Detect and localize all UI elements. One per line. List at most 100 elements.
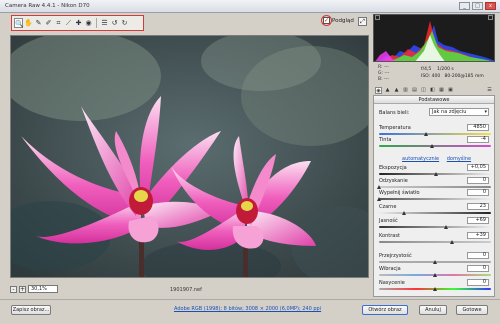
- hand-tool-icon[interactable]: ✋: [24, 18, 33, 28]
- auto-link[interactable]: automatycznie: [402, 156, 439, 162]
- exposure-label: Ekspozycja: [379, 165, 407, 171]
- fill-light-label: Wypełnij światło: [379, 190, 420, 196]
- exposure-value-field[interactable]: +0,05: [467, 164, 489, 171]
- clarity-value-field[interactable]: 0: [467, 252, 489, 259]
- shadow-clipping-toggle[interactable]: [375, 15, 380, 20]
- white-balance-tool-icon[interactable]: ✎: [34, 18, 43, 28]
- calibration-tab-icon[interactable]: ◧: [429, 87, 436, 94]
- cancel-button[interactable]: Anuluj: [419, 305, 447, 315]
- zoom-level-select[interactable]: 30,1%: [28, 285, 58, 293]
- zoom-tool-icon[interactable]: 🔍: [14, 18, 24, 28]
- straighten-tool-icon[interactable]: ⟋: [64, 18, 73, 28]
- window-controls: _ □ x: [459, 2, 496, 10]
- white-balance-value: Jak na zdjęciu: [432, 109, 467, 115]
- open-image-button[interactable]: Otwórz obraz: [362, 305, 408, 315]
- workflow-options-link[interactable]: Adobe RGB (1998); 8 bitów; 3008 × 2000 (…: [174, 306, 321, 312]
- recovery-slider-track[interactable]: [379, 186, 491, 188]
- contrast-value-field[interactable]: +39: [467, 232, 489, 239]
- fullscreen-icon[interactable]: ⤢: [358, 17, 367, 26]
- contrast-label: Kontrast: [379, 233, 400, 239]
- panel-menu-icon[interactable]: ☰: [486, 87, 493, 94]
- panel-tabs: ◉ ▲ ▲ ▥ ▤ ◫ ◧ ▦ ▣ ☰: [373, 86, 495, 94]
- basic-panel: Podstawowe Balans bieli: Jak na zdjęciu …: [373, 95, 495, 297]
- fill-light-value-field[interactable]: 0: [467, 189, 489, 196]
- white-balance-select[interactable]: Jak na zdjęciu ▾: [429, 108, 489, 116]
- b-value: ---: [384, 77, 389, 82]
- fill-light-slider-track[interactable]: [379, 198, 491, 200]
- minimize-button[interactable]: _: [459, 2, 470, 10]
- hsl-tab-icon[interactable]: ▥: [402, 87, 409, 94]
- shutter-value: 1/200 s: [437, 67, 454, 72]
- tint-slider-track[interactable]: [379, 145, 491, 147]
- tint-slider-thumb[interactable]: [430, 144, 435, 148]
- brightness-value-field[interactable]: +69: [467, 217, 489, 224]
- clarity-slider-thumb[interactable]: [432, 260, 437, 264]
- recovery-value-field[interactable]: 0: [467, 177, 489, 184]
- window-title: Camera Raw 4.4.1 - Nikon D70: [5, 3, 90, 9]
- color-sampler-tool-icon[interactable]: ✐: [44, 18, 53, 28]
- recovery-label: Odzyskanie: [379, 178, 408, 184]
- contrast-slider-track[interactable]: [379, 241, 491, 243]
- brightness-slider-thumb[interactable]: [443, 225, 448, 229]
- blacks-slider-thumb[interactable]: [402, 211, 407, 215]
- maximize-button[interactable]: □: [472, 2, 483, 10]
- title-bar: Camera Raw 4.4.1 - Nikon D70 _ □ x: [0, 0, 500, 13]
- presets-tab-icon[interactable]: ▦: [438, 87, 445, 94]
- saturation-slider-thumb[interactable]: [432, 287, 437, 291]
- b-label: B:: [378, 77, 383, 82]
- vibrance-slider-thumb[interactable]: [432, 273, 437, 277]
- histogram: [373, 14, 495, 62]
- camera-info: R: --- G: --- B: --- f/4,5 1/200 s ISO: …: [373, 64, 495, 84]
- preferences-icon[interactable]: ☰: [100, 18, 109, 28]
- retouch-tool-icon[interactable]: ✚: [74, 18, 83, 28]
- r-label: R:: [378, 65, 383, 70]
- snapshots-tab-icon[interactable]: ▣: [447, 87, 454, 94]
- lens-tab-icon[interactable]: ◫: [420, 87, 427, 94]
- zoom-controls: - + 30,1%: [10, 285, 58, 293]
- close-button[interactable]: x: [485, 2, 496, 10]
- vibrance-value-field[interactable]: 0: [467, 265, 489, 272]
- zoom-in-button[interactable]: +: [19, 285, 26, 293]
- red-eye-tool-icon[interactable]: ◉: [84, 18, 93, 28]
- exposure-readout: f/4,5 1/200 s ISO: 400 80-200@185 mm: [421, 66, 484, 80]
- file-name: 1901907.nef: [170, 287, 202, 293]
- blacks-slider-track[interactable]: [379, 212, 491, 214]
- temperature-label: Temperatura: [379, 125, 411, 131]
- save-image-button[interactable]: Zapisz obraz...: [11, 305, 51, 315]
- crop-tool-icon[interactable]: ⌗: [54, 18, 63, 28]
- temperature-value-field[interactable]: 4850: [467, 124, 489, 131]
- highlight-clipping-toggle[interactable]: [488, 15, 493, 20]
- vibrance-label: Wibracja: [379, 266, 401, 272]
- clarity-label: Przejrzystość: [379, 253, 412, 259]
- tint-label: Tinta: [379, 137, 392, 143]
- temperature-slider-track[interactable]: [379, 133, 491, 135]
- image-preview[interactable]: [10, 35, 369, 278]
- saturation-value-field[interactable]: 0: [467, 279, 489, 286]
- rgb-readout: R: --- G: --- B: ---: [378, 65, 389, 83]
- exposure-slider-thumb[interactable]: [433, 172, 438, 176]
- fill-light-slider-thumb[interactable]: [376, 197, 381, 201]
- detail-tab-icon[interactable]: ▲: [393, 87, 400, 94]
- rotate-left-icon[interactable]: ↺: [110, 18, 119, 28]
- white-balance-label: Balans bieli:: [379, 110, 410, 116]
- preview-toggle[interactable]: ✓ Podgląd: [321, 15, 354, 26]
- contrast-slider-thumb[interactable]: [450, 240, 455, 244]
- basic-tab-icon[interactable]: ◉: [375, 86, 382, 94]
- preview-label: Podgląd: [332, 17, 354, 24]
- brightness-slider-track[interactable]: [379, 226, 491, 228]
- done-button[interactable]: Gotowe: [456, 305, 488, 315]
- blacks-value-field[interactable]: 23: [467, 203, 489, 210]
- auto-default-links: automatycznie domyślne: [396, 156, 471, 162]
- r-value: ---: [383, 65, 389, 70]
- rotate-right-icon[interactable]: ↻: [120, 18, 129, 28]
- split-toning-tab-icon[interactable]: ▤: [411, 87, 418, 94]
- default-link[interactable]: domyślne: [447, 156, 471, 162]
- temperature-slider-thumb[interactable]: [423, 132, 428, 136]
- zoom-out-button[interactable]: -: [10, 285, 17, 293]
- g-label: G:: [378, 71, 384, 76]
- recovery-slider-thumb[interactable]: [376, 185, 381, 189]
- blacks-label: Czarne: [379, 204, 397, 210]
- tint-value-field[interactable]: -4: [467, 136, 489, 143]
- tone-curve-tab-icon[interactable]: ▲: [384, 87, 391, 94]
- lotus-photo: [11, 36, 368, 277]
